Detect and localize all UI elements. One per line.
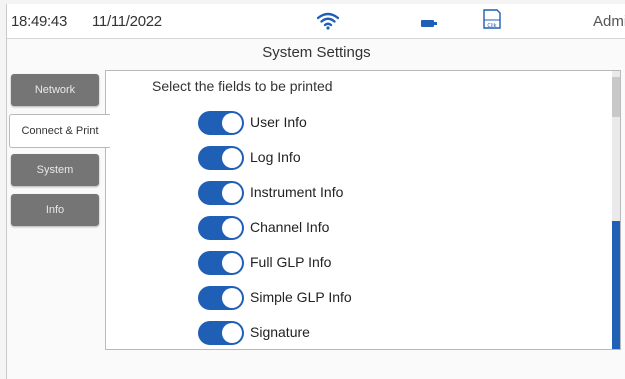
print-fields-panel: Select the fields to be printed User Inf…	[105, 70, 621, 350]
field-label: Full GLP Info	[250, 254, 332, 270]
field-label: Log Info	[250, 149, 301, 165]
tab-connect-print[interactable]: Connect & Print	[9, 114, 110, 148]
usb-label: Clik	[487, 23, 496, 29]
scrollbar-thumb[interactable]	[612, 221, 620, 349]
scrollbar-upper-segment	[612, 77, 620, 117]
toggle-knob	[222, 113, 242, 133]
status-time: 18:49:43	[11, 13, 67, 30]
tab-system[interactable]: System	[11, 154, 99, 186]
toggle-knob	[222, 288, 242, 308]
field-label: User Info	[250, 114, 307, 130]
signature-toggle[interactable]	[198, 321, 244, 345]
channel-info-toggle[interactable]	[198, 216, 244, 240]
tab-network[interactable]: Network	[11, 74, 99, 106]
panel-heading: Select the fields to be printed	[152, 78, 333, 94]
user-info-toggle[interactable]	[198, 111, 244, 135]
wifi-icon	[317, 12, 339, 30]
toggle-knob	[222, 183, 242, 203]
tab-info[interactable]: Info	[11, 194, 99, 226]
simple-glp-info-toggle[interactable]	[198, 286, 244, 310]
device-screen: 18:49:43 11/11/2022 Clik Admin System Se…	[6, 4, 625, 379]
field-label: Signature	[250, 324, 310, 340]
scrollbar[interactable]	[612, 71, 620, 349]
toggle-knob	[222, 148, 242, 168]
toggle-knob	[222, 253, 242, 273]
instrument-info-toggle[interactable]	[198, 181, 244, 205]
page-title: System Settings	[262, 44, 371, 61]
status-bar: 18:49:43 11/11/2022 Clik Admin	[7, 4, 625, 39]
user-name[interactable]: Admin	[593, 13, 625, 30]
usb-drive-icon: Clik	[483, 9, 501, 29]
field-label: Simple GLP Info	[250, 289, 352, 305]
battery-icon	[421, 20, 437, 27]
field-label: Instrument Info	[250, 184, 344, 200]
full-glp-info-toggle[interactable]	[198, 251, 244, 275]
field-label: Channel Info	[250, 219, 330, 235]
toggle-knob	[222, 218, 242, 238]
status-date: 11/11/2022	[92, 13, 162, 30]
log-info-toggle[interactable]	[198, 146, 244, 170]
toggle-knob	[222, 323, 242, 343]
